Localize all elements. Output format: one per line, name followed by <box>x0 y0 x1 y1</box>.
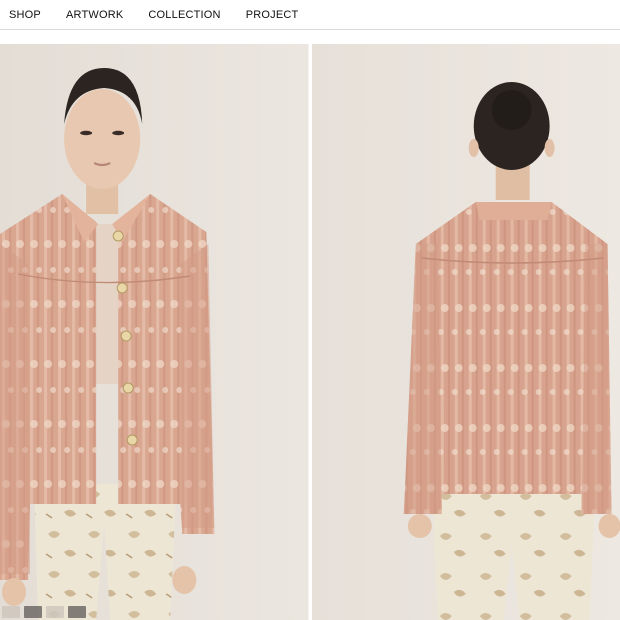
product-image-back[interactable] <box>311 44 620 620</box>
thumbnail[interactable] <box>46 606 64 618</box>
nav-collection[interactable]: COLLECTION <box>148 9 220 21</box>
thumbnail-strip <box>0 606 86 620</box>
front-photo-illustration <box>0 44 309 620</box>
back-photo-illustration <box>311 44 620 620</box>
thumbnail[interactable] <box>68 606 86 618</box>
nav-project[interactable]: PROJECT <box>246 9 299 21</box>
product-image-front[interactable] <box>0 44 309 620</box>
thumbnail[interactable] <box>2 606 20 618</box>
product-gallery <box>0 44 620 620</box>
nav-artwork[interactable]: ARTWORK <box>66 9 123 21</box>
thumbnail[interactable] <box>24 606 42 618</box>
nav-shop[interactable]: SHOP <box>9 9 41 21</box>
top-navigation: SHOP ARTWORK COLLECTION PROJECT <box>0 0 620 30</box>
